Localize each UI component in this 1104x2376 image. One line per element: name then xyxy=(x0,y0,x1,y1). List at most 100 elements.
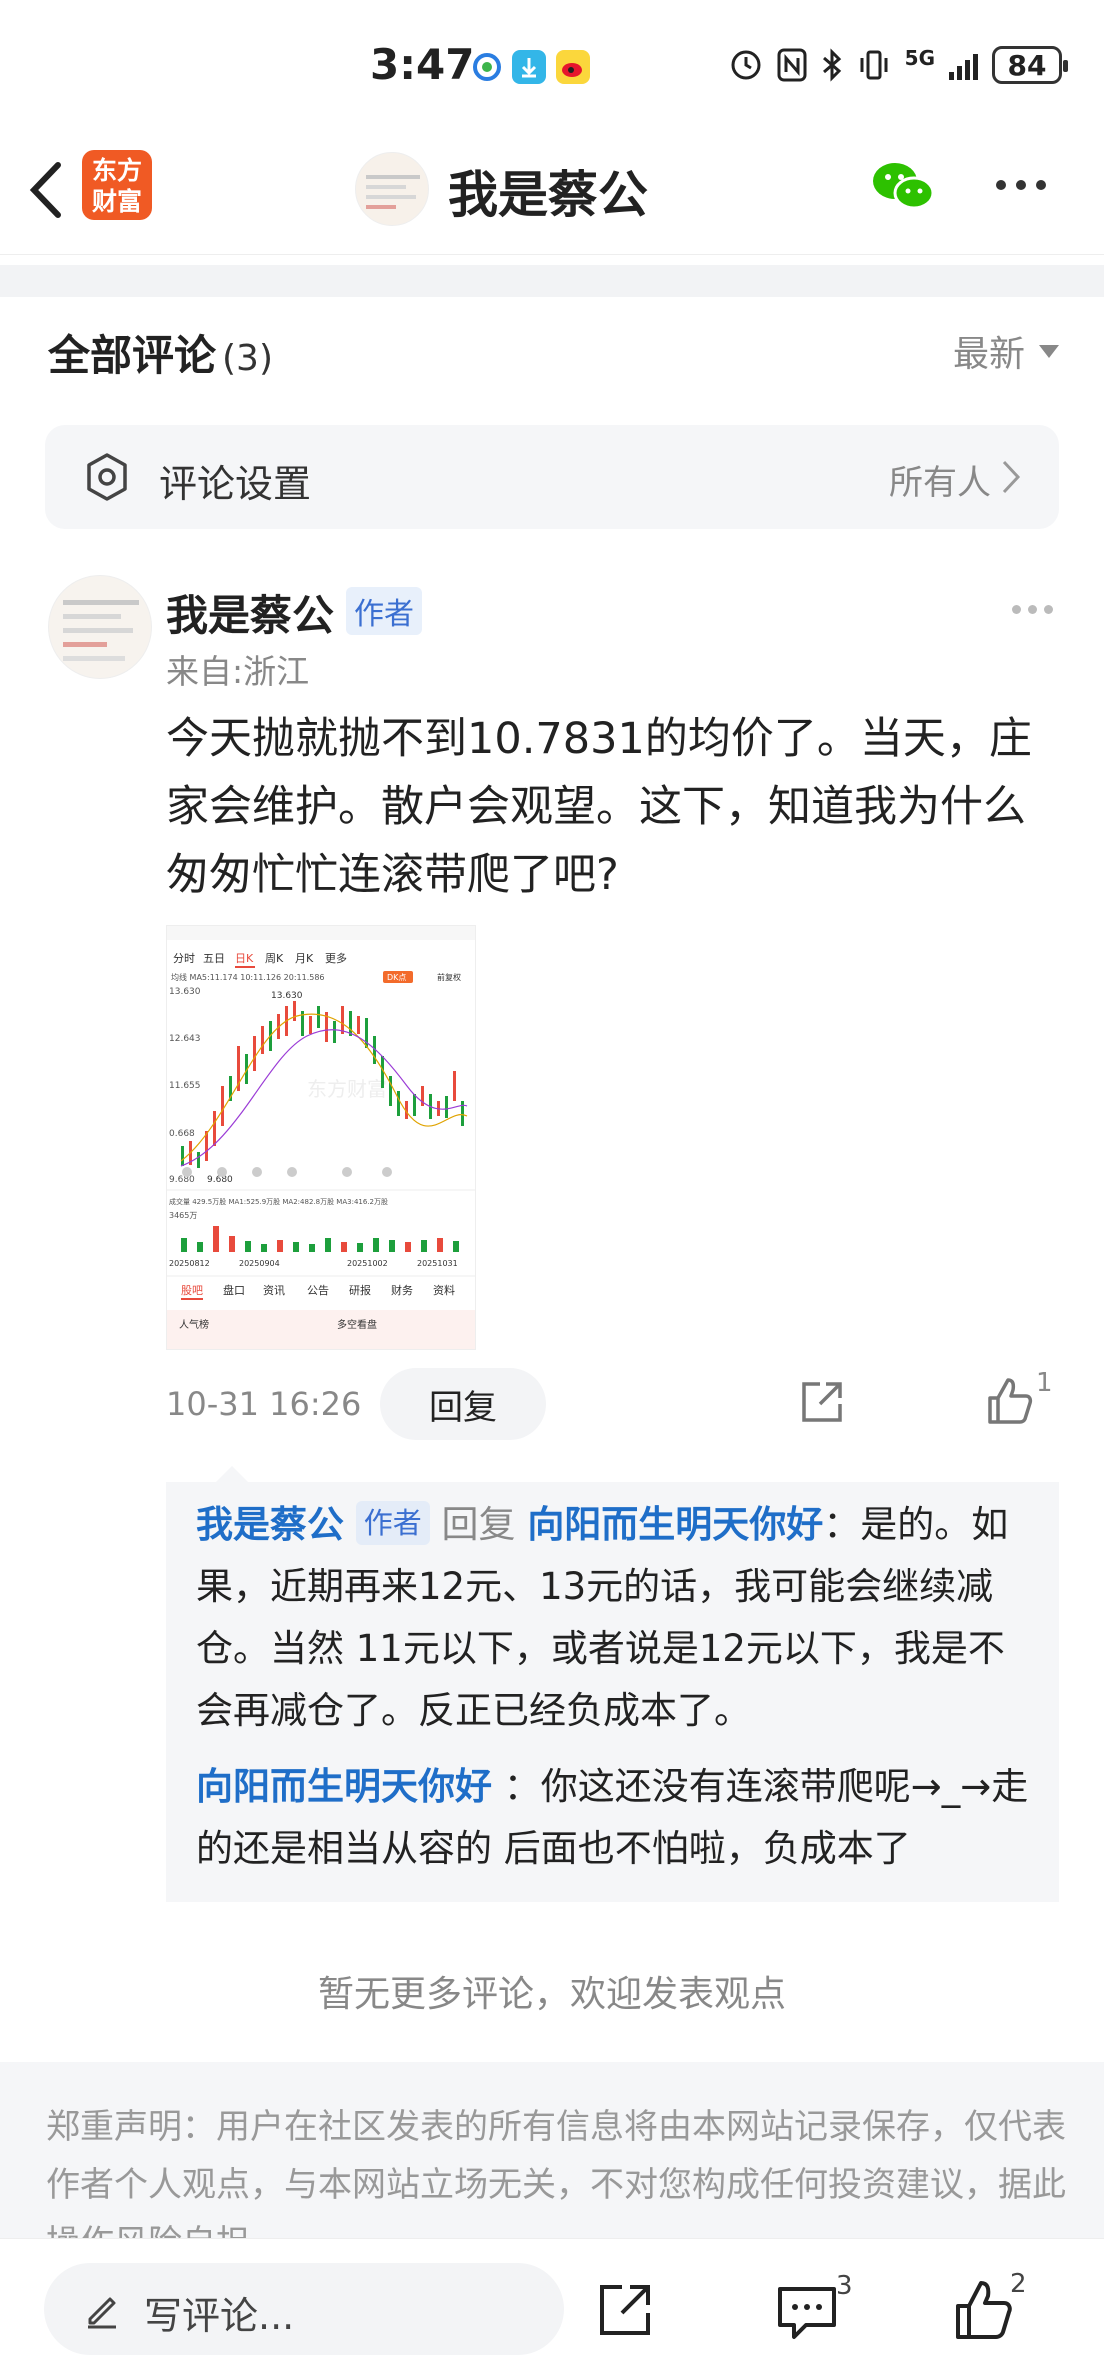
vibrate-icon xyxy=(860,50,888,80)
comment-author-avatar[interactable] xyxy=(48,575,152,679)
reply-author[interactable]: 向阳而生明天你好 xyxy=(196,1765,492,1808)
bottom-tab: 资讯 xyxy=(263,1284,285,1297)
signal-icon xyxy=(949,50,978,80)
bottom-tab: 财务 xyxy=(391,1283,413,1297)
comment-time: 10-31 16:26 xyxy=(166,1385,362,1423)
ma-line: 均线 MA5:11.174 10:11.126 20:11.586 xyxy=(171,972,325,982)
fq-label: 前复权 xyxy=(437,972,461,982)
comment-settings-value: 所有人 xyxy=(889,463,991,503)
thumbs-up-icon[interactable] xyxy=(986,1376,1034,1426)
chart-footer-left: 人气榜 xyxy=(179,1318,209,1331)
comment-more-icon[interactable] xyxy=(1012,605,1053,614)
page-title: 我是蔡公 xyxy=(448,166,648,224)
price-tick: 13.630 xyxy=(169,987,201,997)
app-logo[interactable]: 东方 财富 xyxy=(82,150,152,220)
mobile-app-icon xyxy=(470,50,504,84)
price-tick: 11.655 xyxy=(169,1081,201,1091)
wechat-icon[interactable] xyxy=(870,157,936,217)
app-logo-line1: 东方 xyxy=(91,156,142,185)
app-logo-line2: 财富 xyxy=(91,187,142,216)
like-count: 1 xyxy=(1036,1368,1053,1398)
chart-tab: 更多 xyxy=(325,951,347,965)
bottom-tab: 资料 xyxy=(433,1283,455,1297)
chart-tab: 周K xyxy=(265,952,284,965)
watermark: 东方财富 xyxy=(307,1077,387,1101)
chart-tabs: 分时 五日 日K 周K 月K 更多 xyxy=(173,951,347,965)
share-icon[interactable] xyxy=(596,2281,654,2339)
chart-footer-right: 多空看盘 xyxy=(337,1318,377,1331)
gear-icon xyxy=(87,453,127,501)
back-icon[interactable] xyxy=(22,155,72,225)
nfc-icon xyxy=(777,48,807,82)
status-time: 3:47 xyxy=(370,40,475,89)
reply-item[interactable]: 向阳而生明天你好 ：你这还没有连滚带爬呢→_→走的还是相当从容的 后面也不怕啦，… xyxy=(196,1756,1036,1880)
like-count: 2 xyxy=(1010,2269,1027,2299)
nav-avatar[interactable] xyxy=(355,152,429,226)
reply-target[interactable]: 向阳而生明天你好 xyxy=(527,1503,823,1546)
chart-tab: 月K xyxy=(295,952,314,965)
chevron-right-icon xyxy=(1002,460,1021,494)
network-type: 5G xyxy=(904,46,935,70)
volume-line: 成交量 429.5万股 MA1:525.9万股 MA2:482.8万股 MA3:… xyxy=(169,1197,388,1206)
reply-author[interactable]: 我是蔡公 xyxy=(196,1503,344,1546)
bottom-bar: 写评论... 3 2 xyxy=(0,2238,1104,2376)
alarm-icon xyxy=(731,50,761,80)
comment-settings-label: 评论设置 xyxy=(159,462,312,506)
weibo-icon xyxy=(556,50,590,84)
dk-label: DK点 xyxy=(387,973,406,982)
share-icon[interactable] xyxy=(798,1378,846,1426)
reply-verb: 回复 xyxy=(441,1503,516,1546)
write-comment-input[interactable]: 写评论... xyxy=(44,2263,564,2355)
download-app-icon xyxy=(512,50,546,84)
comment-count: 3 xyxy=(836,2271,853,2301)
high-label: 13.630 xyxy=(271,991,303,1001)
comments-count: (3) xyxy=(222,338,274,379)
comment-icon[interactable] xyxy=(776,2283,838,2341)
separator-strip xyxy=(0,265,1104,297)
comments-title: 全部评论 xyxy=(48,331,217,380)
disclaimer-section: 郑重声明：用户在社区发表的所有信息将由本网站记录保存，仅代表作者个人观点，与本网… xyxy=(0,2062,1104,2238)
bottom-tab: 公告 xyxy=(307,1284,329,1297)
chart-tab: 分时 xyxy=(173,952,195,965)
thumbs-up-icon[interactable] xyxy=(954,2279,1014,2341)
comment-settings-row[interactable]: 评论设置 所有人 xyxy=(45,425,1059,529)
chart-tab: 日K xyxy=(235,952,254,965)
sort-dropdown[interactable]: 最新 xyxy=(953,325,1059,377)
more-menu-icon[interactable] xyxy=(996,180,1046,190)
comment-body: 今天抛就抛不到10.7831的均价了。当天，庄家会维护。散户会观望。这下，知道我… xyxy=(166,714,1032,900)
no-more-comments: 暂无更多评论，欢迎发表观点 xyxy=(317,1974,786,2015)
date-tick: 20251031 xyxy=(417,1259,458,1268)
bottom-tab: 研报 xyxy=(349,1283,371,1297)
disclaimer-text: 郑重声明：用户在社区发表的所有信息将由本网站记录保存，仅代表作者个人观点，与本网… xyxy=(46,2107,1066,2238)
bottom-tab: 盘口 xyxy=(223,1283,245,1297)
date-tick: 20250812 xyxy=(169,1259,210,1268)
reply-button[interactable]: 回复 xyxy=(380,1368,546,1440)
comment-location: 来自:浙江 xyxy=(166,652,310,691)
price-tick: 0.668 xyxy=(169,1129,195,1139)
author-badge: 作者 xyxy=(346,587,423,635)
nav-bar: 东方 财富 我是蔡公 xyxy=(0,135,1104,255)
author-badge: 作者 xyxy=(355,1501,430,1545)
pen-icon xyxy=(88,2297,116,2329)
comment-author[interactable]: 我是蔡公 作者 xyxy=(166,582,423,643)
status-bar: 3:47 5G 84 xyxy=(0,0,1104,135)
chart-tab: 五日 xyxy=(203,952,225,965)
sort-label: 最新 xyxy=(952,334,1025,375)
comments-header: 全部评论 (3) xyxy=(48,322,273,383)
volume-max: 3465万 xyxy=(169,1211,197,1220)
date-tick: 20250904 xyxy=(239,1259,280,1268)
bottom-tab: 股吧 xyxy=(181,1284,203,1297)
price-tick: 12.643 xyxy=(169,1034,201,1044)
replies-box: 我是蔡公 作者 回复 向阳而生明天你好：是的。如果，近期再来12元、13元的话，… xyxy=(166,1466,1059,1902)
date-tick: 20251002 xyxy=(347,1259,388,1268)
bluetooth-icon xyxy=(822,48,841,82)
battery-icon: 84 xyxy=(992,46,1068,84)
dropdown-triangle-icon xyxy=(1039,344,1059,358)
write-comment-placeholder: 写评论... xyxy=(144,2294,295,2338)
battery-level: 84 xyxy=(1007,48,1047,82)
status-right: 5G 84 xyxy=(729,46,1068,84)
price-tick: 9.680 xyxy=(169,1175,195,1185)
reply-item[interactable]: 我是蔡公 作者 回复 向阳而生明天你好：是的。如果，近期再来12元、13元的话，… xyxy=(196,1494,1036,1742)
comment-image-stock-chart[interactable]: 分时 五日 日K 周K 月K 更多 均线 MA5:11.174 10:11.12… xyxy=(166,925,476,1350)
comment-author-name[interactable]: 我是蔡公 xyxy=(166,591,334,640)
